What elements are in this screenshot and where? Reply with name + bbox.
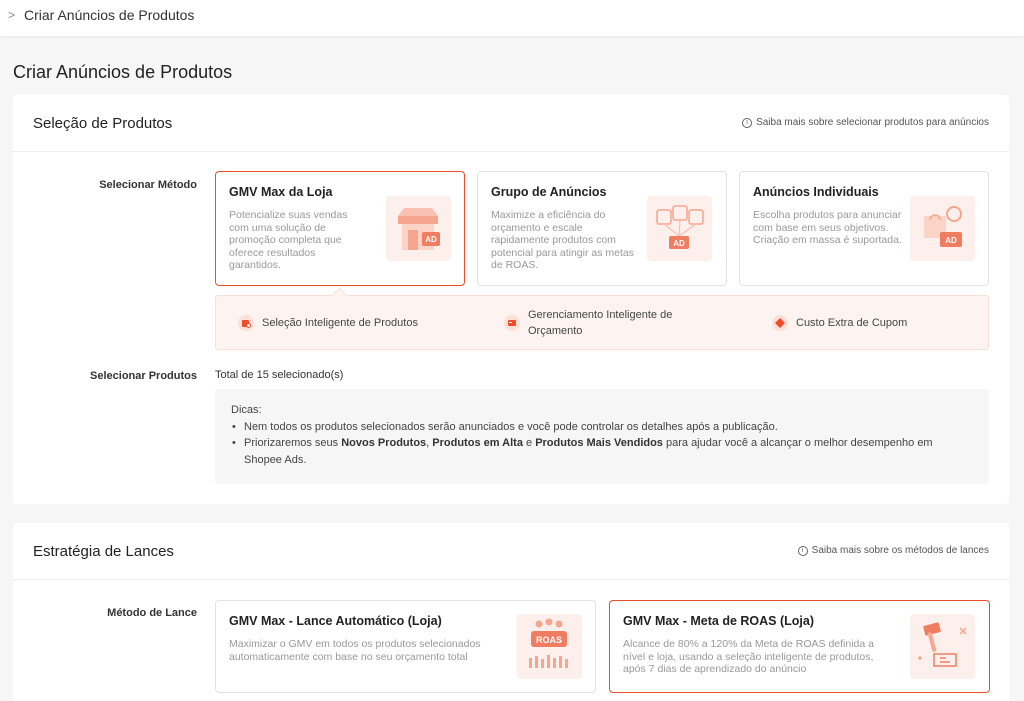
feature-coupon: Custo Extra de Cupom xyxy=(772,315,907,331)
divider xyxy=(13,579,1009,580)
select-method-label: Selecionar Método xyxy=(99,179,197,191)
method-title: GMV Max - Meta de ROAS (Loja) xyxy=(623,614,814,628)
feature-smart-product: Seleção Inteligente de Produtos xyxy=(238,315,418,331)
info-icon: i xyxy=(797,545,808,556)
method-card-anuncios-individuais[interactable]: Anúncios Individuais Escolha produtos pa… xyxy=(739,171,989,286)
method-title: GMV Max da Loja xyxy=(229,185,333,199)
feature-label: Seleção Inteligente de Produtos xyxy=(262,317,418,329)
bidding-help-link[interactable]: i Saiba mais sobre os métodos de lances xyxy=(797,545,989,556)
divider xyxy=(13,151,1009,152)
method-description: Potencialize suas vendas com uma solução… xyxy=(229,209,348,271)
method-description: Maximize a eficiência do orçamento e esc… xyxy=(491,209,634,271)
svg-text:AD: AD xyxy=(425,235,437,244)
svg-text:ROAS: ROAS xyxy=(536,635,562,645)
help-link-text[interactable]: Saiba mais sobre selecionar produtos par… xyxy=(756,117,989,128)
method-title: Anúncios Individuais xyxy=(753,185,879,199)
bid-method-label: Método de Lance xyxy=(107,607,197,619)
individual-ad-icon: AD xyxy=(910,196,975,261)
ad-group-bags-icon: AD xyxy=(647,196,712,261)
roas-chart-icon: ROAS xyxy=(517,614,582,679)
breadcrumb[interactable]: Criar Anúncios de Produtos xyxy=(24,7,194,23)
method-description: Escolha produtos para anunciar com base … xyxy=(753,209,902,246)
help-link-text[interactable]: Saiba mais sobre os métodos de lances xyxy=(812,545,989,556)
gmv-max-features: Seleção Inteligente de Produtos Gerencia… xyxy=(215,295,989,350)
method-title: Grupo de Anúncios xyxy=(491,185,607,199)
method-description: Maximizar o GMV em todos os produtos sel… xyxy=(229,638,481,663)
product-selection-help-link[interactable]: i Saiba mais sobre selecionar produtos p… xyxy=(742,117,989,128)
smart-product-icon xyxy=(238,315,254,331)
top-bar: > Criar Anúncios de Produtos xyxy=(0,0,1024,36)
svg-text:AD: AD xyxy=(945,236,957,245)
bidding-strategy-title: Estratégia de Lances xyxy=(33,543,174,560)
store-ad-icon: AD xyxy=(386,196,451,261)
page-title: Criar Anúncios de Produtos xyxy=(13,62,233,82)
method-card-gmv-max-loja[interactable]: GMV Max da Loja Potencialize suas vendas… xyxy=(215,171,465,286)
info-icon: i xyxy=(742,117,753,128)
svg-text:AD: AD xyxy=(673,239,685,248)
target-hammer-icon xyxy=(910,614,975,679)
method-description: Alcance de 80% a 120% da Meta de ROAS de… xyxy=(623,638,874,675)
feature-label: Custo Extra de Cupom xyxy=(796,317,908,329)
feature-smart-budget: Gerenciamento Inteligente de Orçamento xyxy=(504,307,688,339)
tip-item: Priorizaremos seus Novos Produtos, Produ… xyxy=(231,435,973,468)
tip-item: Nem todos os produtos selecionados serão… xyxy=(231,419,973,436)
coupon-icon xyxy=(772,315,788,331)
chevron-right-icon: > xyxy=(8,8,16,22)
select-products-label: Selecionar Produtos xyxy=(90,370,197,382)
method-title: GMV Max - Lance Automático (Loja) xyxy=(229,614,442,628)
tips-heading: Dicas: xyxy=(231,404,262,416)
product-selection-card: Seleção de Produtos i Saiba mais sobre s… xyxy=(13,95,1009,504)
smart-budget-icon xyxy=(504,315,520,331)
method-card-grupo-de-anuncios[interactable]: Grupo de Anúncios Maximize a eficiência … xyxy=(477,171,727,286)
total-selected: Total de 15 selecionado(s) xyxy=(215,369,344,381)
bid-method-card-lance-automatico[interactable]: GMV Max - Lance Automático (Loja) Maximi… xyxy=(215,600,596,693)
feature-label: Gerenciamento Inteligente de Orçamento xyxy=(528,309,673,337)
product-selection-title: Seleção de Produtos xyxy=(33,115,173,132)
bidding-strategy-card: Estratégia de Lances i Saiba mais sobre … xyxy=(13,523,1009,701)
bid-method-card-meta-de-roas[interactable]: GMV Max - Meta de ROAS (Loja) Alcance de… xyxy=(609,600,990,693)
tips-box: Dicas: Nem todos os produtos selecionado… xyxy=(215,389,989,484)
